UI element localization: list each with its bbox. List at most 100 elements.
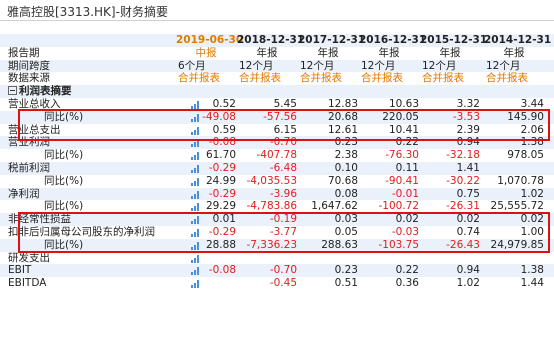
metric-value: 0.94	[456, 264, 480, 277]
metric-value: 2.38	[334, 149, 358, 162]
column-date[interactable]: 2015-12-31	[420, 34, 487, 47]
metric-label: 同比(%)	[44, 149, 84, 162]
metric-value: 0.22	[395, 264, 419, 277]
metric-label: 营业利润	[8, 136, 50, 149]
metric-label: 非经常性损益	[8, 213, 71, 226]
period-type: 年报	[378, 46, 400, 59]
metric-value: 220.05	[382, 110, 419, 123]
metric-value: -4,783.86	[246, 200, 297, 213]
period-type: 年报	[256, 46, 278, 59]
collapse-icon[interactable]	[8, 86, 17, 96]
metric-value: 25,555.72	[490, 200, 544, 213]
metric-value: -3.96	[269, 187, 297, 200]
metric-value: -3.53	[452, 110, 480, 123]
metric-label: 研发支出	[8, 251, 50, 264]
bar-chart-icon[interactable]	[191, 254, 200, 263]
header-row-source: 数据来源 合并报表 合并报表 合并报表 合并报表 合并报表 合并报表	[0, 72, 554, 85]
metric-value: 2.39	[456, 123, 480, 136]
header-row-span: 期间跨度 6个月 12个月 12个月 12个月 12个月 12个月	[0, 59, 554, 73]
data-source-link[interactable]: 合并报表	[178, 72, 220, 85]
metric-value: 1,647.62	[311, 200, 358, 213]
row-label: 期间跨度	[8, 59, 50, 72]
metric-value: 0.02	[456, 213, 480, 226]
metric-value: 12.83	[327, 97, 358, 110]
section-income-statement: 利润表摘要	[0, 85, 554, 98]
financial-summary-table: 2019-06-30 2018-12-31 2017-12-31 2016-12-31…	[0, 34, 554, 290]
yoy-row: 同比(%) -49.08 -57.56 20.68 220.05 -3.53 145.90	[0, 110, 554, 124]
column-date[interactable]: 2016-12-31	[359, 34, 426, 47]
metric-label: 扣非后归属母公司股东的净利润	[8, 225, 155, 238]
metric-value: 0.94	[456, 136, 480, 149]
metric-value: -0.19	[269, 213, 297, 226]
metric-value: 5.45	[273, 97, 297, 110]
metric-label: 税前利润	[8, 161, 50, 174]
data-source-link[interactable]: 合并报表	[486, 72, 528, 85]
metric-value: 0.02	[395, 213, 419, 226]
metric-value: 3.32	[456, 97, 480, 110]
data-source-link[interactable]: 合并报表	[300, 72, 342, 85]
metric-value: 0.08	[334, 187, 358, 200]
header-row-dates: 2019-06-30 2018-12-31 2017-12-31 2016-12-31…	[0, 34, 554, 47]
metric-value: 0.36	[395, 277, 419, 290]
metric-value: -0.01	[391, 187, 419, 200]
period-span: 12个月	[300, 59, 335, 72]
metric-value: 0.75	[456, 187, 480, 200]
metric-label: 同比(%)	[44, 174, 84, 187]
metric-row: 研发支出	[0, 252, 554, 265]
period-type: 年报	[503, 46, 525, 59]
header-row-period-type: 报告期 中报 年报 年报 年报 年报 年报	[0, 47, 554, 60]
period-type: 年报	[439, 46, 461, 59]
metric-value: -57.56	[263, 110, 297, 123]
metric-value: 28.88	[205, 238, 236, 251]
metric-value: -103.75	[378, 238, 419, 251]
metric-value: 0.51	[334, 277, 358, 290]
period-span: 12个月	[361, 59, 396, 72]
yoy-row: 同比(%) 28.88 -7,336.23 288.63 -103.75 -26.43 24…	[0, 238, 554, 252]
data-source-link[interactable]: 合并报表	[422, 72, 464, 85]
section-toggle[interactable]: 利润表摘要	[8, 85, 72, 98]
metric-value: 0.10	[334, 161, 358, 174]
metric-value: 20.68	[327, 110, 358, 123]
metric-label: 同比(%)	[44, 200, 84, 213]
column-date[interactable]: 2014-12-31	[484, 34, 551, 47]
metric-row: EBIT -0.08 -0.70 0.23 0.22 0.94 1.38	[0, 264, 554, 278]
metric-value: -26.31	[446, 200, 480, 213]
period-span: 12个月	[422, 59, 457, 72]
metric-value: -90.41	[385, 174, 419, 187]
metric-value: -3.77	[269, 225, 297, 238]
metric-value: 978.05	[507, 149, 544, 162]
yoy-row: 同比(%) 29.29 -4,783.86 1,647.62 -100.72 -26.31…	[0, 200, 554, 213]
data-source-link[interactable]: 合并报表	[361, 72, 403, 85]
column-date[interactable]: 2018-12-31	[237, 34, 304, 47]
metric-value: -100.72	[378, 200, 419, 213]
metric-row: 营业利润 -0.08 -0.70 0.23 0.22 0.94 1.38	[0, 136, 554, 150]
metric-value: 1.02	[520, 187, 544, 200]
metric-label: 净利润	[8, 187, 40, 200]
data-source-link[interactable]: 合并报表	[239, 72, 281, 85]
metric-row: 扣非后归属母公司股东的净利润 -0.29 -3.77 0.05 -0.03 0.74 1.0…	[0, 226, 554, 239]
column-date[interactable]: 2019-06-30	[176, 34, 243, 47]
bar-chart-icon[interactable]	[191, 279, 200, 289]
metric-label: 营业总收入	[8, 97, 61, 110]
metric-value: 61.70	[205, 149, 236, 162]
metric-row: 非经常性损益 0.01 -0.19 0.03 0.02 0.02 0.02	[0, 213, 554, 226]
metric-value: -30.22	[446, 174, 480, 187]
metric-value: -49.08	[202, 110, 236, 123]
metric-value: 29.29	[205, 200, 236, 213]
metric-value: -407.78	[256, 149, 297, 162]
metric-value: 0.59	[212, 123, 236, 136]
metric-value: 12.61	[327, 123, 358, 136]
column-date[interactable]: 2017-12-31	[298, 34, 365, 47]
metric-value: -0.45	[269, 277, 297, 290]
metric-value: 24.99	[205, 174, 236, 187]
period-type: 中报	[195, 46, 217, 59]
metric-label: 同比(%)	[44, 110, 84, 123]
period-type: 年报	[317, 46, 339, 59]
metric-value: 10.63	[388, 97, 419, 110]
metric-value: -76.30	[385, 149, 419, 162]
metric-label: 营业总支出	[8, 123, 61, 136]
metric-value: 6.15	[273, 123, 297, 136]
section-title: 利润表摘要	[19, 85, 72, 98]
metric-value: -32.18	[446, 149, 480, 162]
metric-value: -7,336.23	[246, 238, 297, 251]
